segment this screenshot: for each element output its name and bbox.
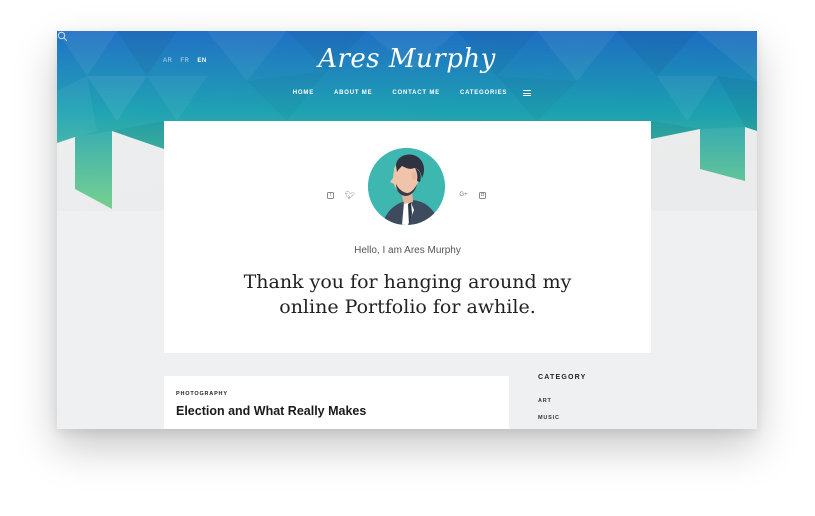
sidebar-item-art[interactable]: ART [538,398,658,404]
sidebar-categories: CATEGORY ART MUSIC [538,374,658,421]
twitter-icon[interactable]: 🐦︎ [345,192,355,200]
main-nav: HOME ABOUT ME CONTACT ME CATEGORIES [57,90,757,96]
sidebar-heading: CATEGORY [538,374,587,381]
tagline-line-1: Thank you for hanging around my [243,271,572,293]
tagline-line-2: online Portfolio for awhile. [279,296,536,318]
intro-tagline: Thank you for hanging around my online P… [164,270,651,320]
intro-card: f 🐦︎ G+ ◘ Hello, I am Ares Murphy Thank … [164,121,651,353]
sidebar-item-music[interactable]: MUSIC [538,415,658,421]
nav-about-me[interactable]: ABOUT ME [334,90,372,96]
avatar [368,148,445,225]
post-title[interactable]: Election and What Really Makes [176,404,366,418]
website-frame: AR FR EN Ares Murphy HOME ABOUT ME CONTA… [57,31,757,429]
profile-illustration [368,148,445,225]
social-links-right: G+ ◘ [459,192,486,199]
post-card[interactable]: PHOTOGRAPHY Election and What Really Mak… [164,376,509,429]
instagram-icon[interactable]: ◘ [479,192,486,199]
social-links-left: f 🐦︎ [327,192,355,200]
site-logo[interactable]: Ares Murphy [57,44,757,74]
nav-home[interactable]: HOME [293,90,314,96]
post-category[interactable]: PHOTOGRAPHY [176,391,228,397]
google-plus-icon[interactable]: G+ [459,192,468,199]
nav-contact-me[interactable]: CONTACT ME [392,90,440,96]
search-icon[interactable] [57,31,68,42]
greeting-text: Hello, I am Ares Murphy [354,245,461,256]
hamburger-icon[interactable] [523,90,532,96]
facebook-icon[interactable]: f [327,192,334,199]
nav-categories[interactable]: CATEGORIES [460,90,507,96]
